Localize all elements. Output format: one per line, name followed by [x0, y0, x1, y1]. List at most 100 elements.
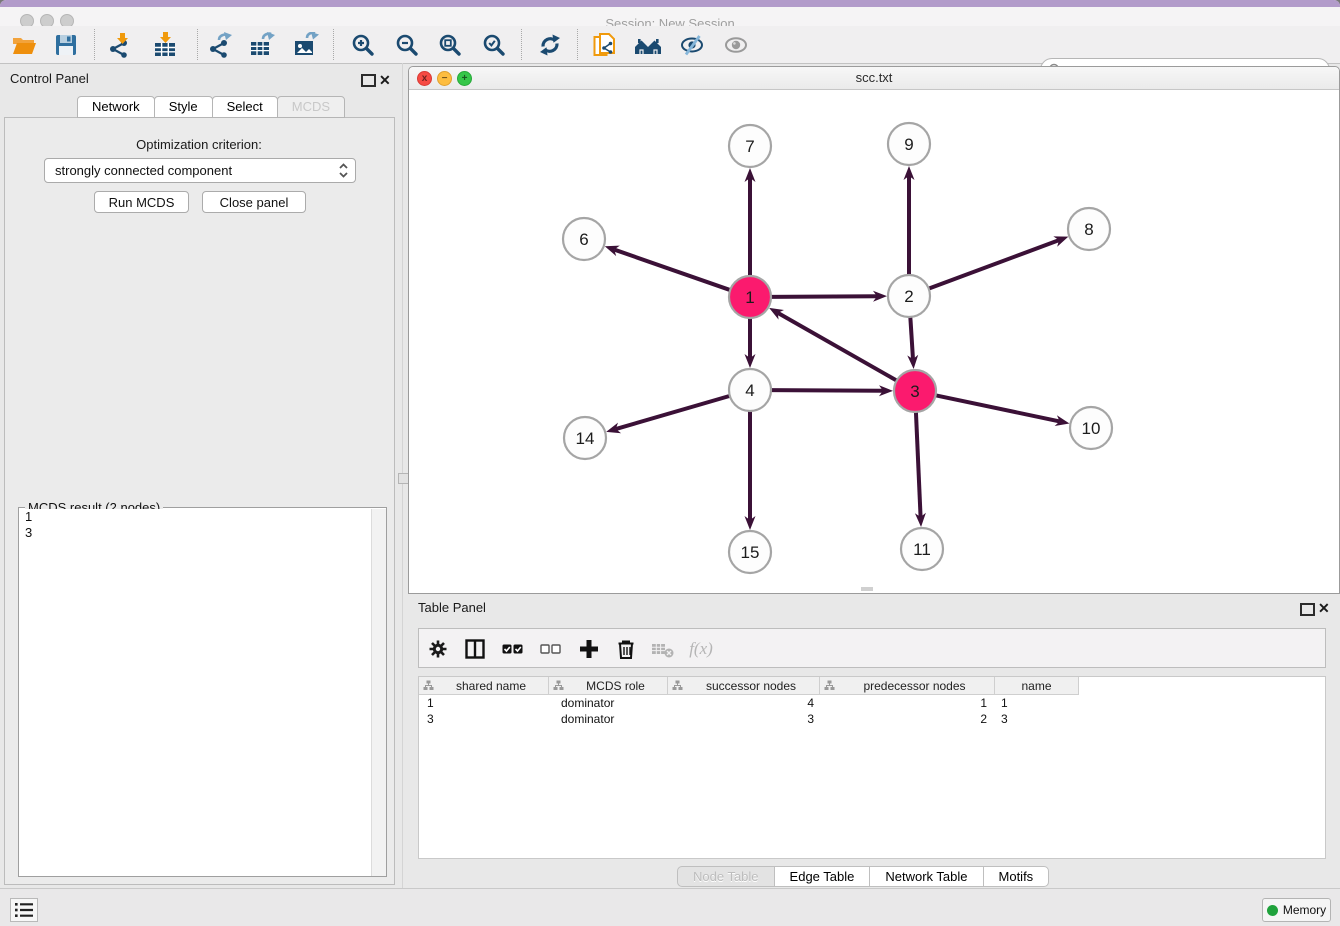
import-network-icon [107, 32, 133, 58]
tab-node-table[interactable]: Node Table [677, 866, 775, 887]
table-cell: 3 [668, 711, 820, 727]
table-panel-title: Table Panel [418, 600, 486, 615]
table-cell: 1 [419, 695, 549, 711]
select-all-columns-button[interactable] [501, 637, 525, 661]
zoom-in-icon [350, 32, 376, 58]
export-image-button[interactable] [290, 30, 322, 59]
tab-mcds[interactable]: MCDS [277, 96, 345, 118]
graph-edge-3-11[interactable] [916, 412, 921, 517]
open-folder-icon [11, 32, 37, 58]
export-table-icon [249, 32, 275, 58]
column-header-successor-nodes[interactable]: successor nodes [668, 677, 820, 695]
tab-network-table[interactable]: Network Table [869, 866, 983, 887]
hierarchy-icon [824, 680, 835, 691]
run-mcds-button[interactable]: Run MCDS [94, 191, 189, 213]
column-header-shared-name[interactable]: shared name [419, 677, 549, 695]
zoom-fit-icon [437, 32, 463, 58]
select-stepper-icon [338, 162, 349, 179]
table-row[interactable]: 3dominator323 [419, 711, 1325, 727]
graph-node-label: 2 [904, 287, 913, 306]
checked-boxes-icon [502, 638, 524, 660]
network-graph[interactable]: 1234678910111415 [409, 89, 1337, 591]
graph-edge-3-1[interactable] [778, 313, 897, 381]
column-header-mcds-role[interactable]: MCDS role [549, 677, 668, 695]
zoom-out-button[interactable] [391, 30, 423, 59]
memory-button[interactable]: Memory [1262, 898, 1331, 922]
delete-table-button[interactable] [651, 637, 675, 661]
graph-node-label: 10 [1082, 419, 1101, 438]
tab-network[interactable]: Network [77, 96, 155, 118]
create-column-button[interactable] [577, 637, 601, 661]
table-toolbar: f(x) [418, 628, 1326, 668]
trash-icon [615, 638, 637, 660]
tab-motifs[interactable]: Motifs [983, 866, 1050, 887]
hide-graphics-details-button[interactable] [676, 30, 708, 59]
result-scrollbar[interactable] [371, 509, 386, 876]
graph-node-label: 8 [1084, 220, 1093, 239]
import-table-icon [152, 32, 178, 58]
column-header-predecessor-nodes[interactable]: predecessor nodes [820, 677, 995, 695]
column-header-name[interactable]: name [995, 677, 1079, 695]
open-session-button[interactable] [8, 30, 40, 59]
node-table-header: shared name MCDS rolesuccessor nodesprede… [419, 677, 1079, 695]
zoom-in-button[interactable] [347, 30, 379, 59]
save-session-button[interactable] [50, 30, 82, 59]
graph-edge-4-14[interactable] [616, 396, 730, 429]
graph-edge-3-10[interactable] [936, 395, 1060, 421]
mcds-result-line: 3 [19, 525, 372, 541]
graph-node-label: 3 [910, 382, 919, 401]
application-window: Session: New Session [0, 0, 1340, 926]
plus-icon [578, 638, 600, 660]
graph-edge-1-2[interactable] [771, 296, 877, 297]
birds-eye-view-button[interactable] [720, 30, 752, 59]
zoom-selected-icon [481, 32, 507, 58]
export-network-icon [207, 32, 233, 58]
toolbar-separator [94, 29, 95, 60]
zoom-fit-button[interactable] [434, 30, 466, 59]
memory-button-label: Memory [1283, 903, 1326, 917]
list-icon [14, 901, 34, 919]
task-history-button[interactable] [10, 898, 38, 922]
export-table-button[interactable] [246, 30, 278, 59]
columns-icon [464, 638, 486, 660]
control-panel-float-button[interactable] [361, 74, 376, 87]
graph-edge-2-3[interactable] [910, 317, 913, 359]
tab-select[interactable]: Select [212, 96, 278, 118]
table-panel-float-button[interactable] [1300, 603, 1315, 616]
toolbar-separator [197, 29, 198, 60]
table-cell: 3 [419, 711, 549, 727]
import-network-button[interactable] [104, 30, 136, 59]
import-table-button[interactable] [149, 30, 181, 59]
delete-table-icon [651, 638, 675, 660]
column-header-label: MCDS role [564, 679, 667, 693]
table-panel-close-button[interactable]: ✕ [1318, 601, 1330, 615]
graph-edge-4-3[interactable] [771, 390, 883, 391]
canvas-resize-handle[interactable] [861, 587, 873, 591]
unselect-all-columns-button[interactable] [539, 637, 563, 661]
home-button[interactable] [632, 30, 664, 59]
network-view-window: x − + scc.txt 1234678910111415 [408, 66, 1340, 594]
function-builder-button[interactable]: f(x) [689, 637, 713, 661]
gear-icon [428, 639, 448, 659]
close-panel-button[interactable]: Close panel [202, 191, 306, 213]
export-network-button[interactable] [204, 30, 236, 59]
criterion-select[interactable]: strongly connected component [44, 158, 356, 183]
graph-edge-2-8[interactable] [929, 240, 1059, 289]
apply-layout-button[interactable] [534, 30, 566, 59]
graph-node-label: 4 [745, 381, 754, 400]
network-from-file-button[interactable] [589, 30, 621, 59]
table-settings-button[interactable] [426, 637, 450, 661]
graph-node-label: 11 [913, 540, 931, 559]
zoom-selected-button[interactable] [478, 30, 510, 59]
toggle-column-panel-button[interactable] [463, 637, 487, 661]
memory-status-icon [1267, 905, 1278, 916]
network-window-titlebar: x − + scc.txt [409, 67, 1339, 90]
control-panel-close-button[interactable]: ✕ [379, 73, 391, 87]
tab-style[interactable]: Style [154, 96, 213, 118]
graph-edge-1-6[interactable] [614, 250, 730, 291]
status-bar: Memory [0, 888, 1340, 926]
table-row[interactable]: 1dominator411 [419, 695, 1325, 711]
unchecked-boxes-icon [540, 638, 562, 660]
delete-column-button[interactable] [614, 637, 638, 661]
tab-edge-table[interactable]: Edge Table [774, 866, 871, 887]
